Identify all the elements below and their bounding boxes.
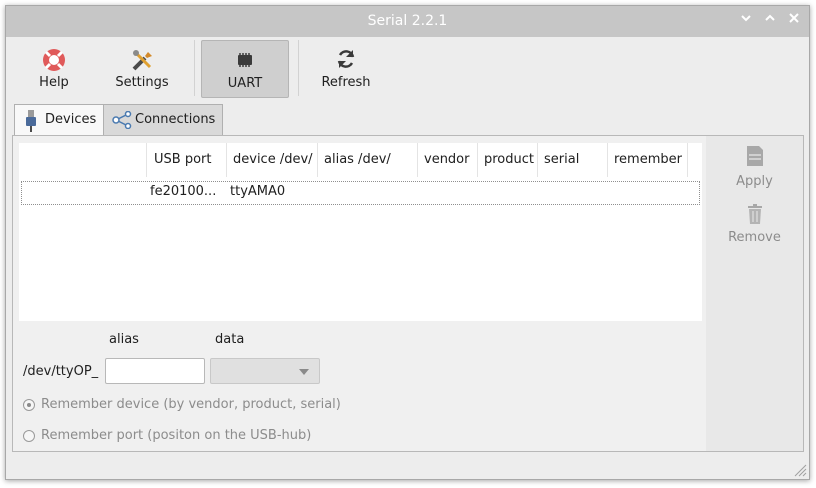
chevron-down-icon — [741, 15, 751, 22]
tab-devices[interactable]: Devices — [14, 104, 104, 135]
remove-button[interactable]: Remove — [706, 202, 803, 245]
column-header-remember[interactable]: remember — [608, 143, 688, 177]
column-header-vendor[interactable]: vendor — [418, 143, 478, 177]
settings-label: Settings — [115, 75, 169, 90]
title-bar[interactable]: Serial 2.2.1 — [6, 6, 809, 37]
help-button[interactable]: Help — [14, 40, 94, 96]
maximize-button[interactable] — [761, 12, 779, 30]
tab-connections-label: Connections — [135, 112, 216, 127]
device-prefix-label: /dev/ttyOP_ — [23, 364, 99, 379]
share-icon — [112, 111, 132, 129]
close-icon — [789, 13, 799, 23]
cell-usb-port: fe20100... — [150, 184, 217, 199]
remember-device-label[interactable]: Remember device (by vendor, product, ser… — [41, 397, 341, 412]
uart-button[interactable]: UART — [201, 40, 289, 98]
close-button[interactable] — [785, 12, 803, 30]
data-header: data — [215, 332, 245, 347]
column-header-alias[interactable]: alias /dev/ — [318, 143, 418, 177]
table-row[interactable]: fe20100... ttyAMA0 — [21, 181, 700, 205]
chevron-down-icon — [299, 369, 309, 375]
chevron-up-icon — [765, 14, 775, 21]
tab-devices-label: Devices — [45, 112, 97, 127]
minimize-button[interactable] — [737, 12, 755, 30]
refresh-button[interactable]: Refresh — [306, 40, 386, 96]
refresh-label: Refresh — [321, 75, 371, 90]
devices-table: USB port device /dev/ alias /dev/ vendor… — [19, 143, 702, 321]
alias-header: alias — [109, 332, 139, 347]
sd-card-icon — [746, 146, 763, 166]
chip-icon — [238, 53, 252, 67]
devices-panel: USB port device /dev/ alias /dev/ vendor… — [12, 135, 804, 452]
remember-port-label[interactable]: Remember port (positon on the USB-hub) — [41, 428, 311, 443]
remove-label: Remove — [728, 230, 781, 245]
apply-label: Apply — [736, 174, 773, 189]
window-title: Serial 2.2.1 — [367, 13, 448, 29]
action-sidebar: Apply Remove — [706, 136, 803, 451]
toolbar-separator — [194, 40, 195, 96]
cell-device: ttyAMA0 — [230, 184, 286, 199]
settings-icon — [132, 50, 152, 71]
trash-icon — [747, 204, 762, 224]
resize-grip-icon[interactable] — [791, 461, 807, 477]
remember-port-radio[interactable] — [23, 430, 35, 442]
column-header-blank — [19, 143, 147, 177]
tab-connections[interactable]: Connections — [103, 104, 223, 135]
refresh-icon — [337, 50, 355, 68]
data-select[interactable] — [210, 358, 320, 384]
alias-input[interactable] — [105, 358, 205, 384]
uart-label: UART — [227, 76, 263, 91]
column-header-serial[interactable]: serial — [538, 143, 608, 177]
column-header-product[interactable]: product — [478, 143, 538, 177]
remember-device-radio[interactable] — [23, 399, 35, 411]
usb-plug-icon — [26, 110, 36, 132]
column-header-usb-port[interactable]: USB port — [148, 143, 227, 177]
column-header-device[interactable]: device /dev/ — [227, 143, 318, 177]
help-icon — [43, 49, 65, 71]
settings-button[interactable]: Settings — [102, 40, 182, 96]
help-label: Help — [39, 75, 69, 90]
app-window: Serial 2.2.1 Help Settings UART Refresh … — [5, 5, 810, 480]
toolbar-separator — [298, 40, 299, 96]
apply-button[interactable]: Apply — [706, 144, 803, 189]
